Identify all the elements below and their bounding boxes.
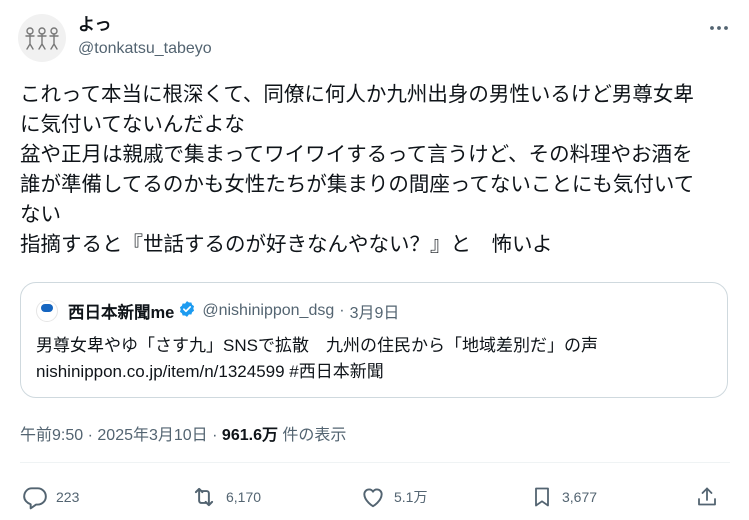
quote-date: 3月9日: [349, 305, 400, 322]
quote-link-line[interactable]: nishinippon.co.jp/item/n/1324599 #西日本新聞: [36, 359, 598, 385]
tweet-body-line: ない: [20, 203, 61, 226]
tweet-header: よっ @tonkatsu_tabeyo: [18, 10, 735, 68]
quote-separator: ·: [339, 302, 345, 319]
quote-tweet-header: 西日本新聞me @nishinippon_dsg · 3月9日: [36, 299, 399, 323]
reply-icon: [23, 487, 47, 510]
meta-separator: ·: [87, 427, 93, 444]
quote-tweet-card[interactable]: 西日本新聞me @nishinippon_dsg · 3月9日 男尊女卑やゆ「さ…: [20, 282, 728, 398]
like-count: 5.1万: [394, 489, 428, 505]
quote-avatar: [36, 300, 58, 322]
heart-icon: [363, 488, 383, 508]
tweet-body-line: 指摘すると『世話するのが好きなんやない？』と 怖いよ: [20, 233, 553, 256]
bookmark-button[interactable]: 3,677: [530, 482, 597, 512]
share-icon: [698, 487, 716, 506]
divider: [20, 462, 730, 463]
retweet-count: 6,170: [226, 489, 262, 505]
tweet-body-line: 誰が準備してるのかも女性たちが集まりの間座ってないことにも気付いて: [20, 173, 695, 196]
tweet-body-line: これって本当に根深くて、同僚に何人か九州出身の男性いるけど男尊女卑: [20, 83, 694, 106]
more-horizontal-icon[interactable]: [707, 16, 731, 40]
tweet-date[interactable]: 2025年3月10日: [97, 427, 207, 444]
meta-separator: ·: [212, 427, 218, 444]
display-name[interactable]: よっ: [78, 14, 212, 36]
tweet-meta: 午前9:50 · 2025年3月10日 · 961.6万 件の表示: [20, 421, 346, 445]
quote-text-line: 男尊女卑やゆ「さす九」SNSで拡散 九州の住民から「地域差別だ」の声: [36, 336, 598, 355]
tweet: よっ @tonkatsu_tabeyo これって本当に根深くて、同僚に何人か九州…: [0, 0, 749, 520]
retweet-icon: [194, 487, 214, 507]
avatar[interactable]: [18, 14, 66, 62]
tweet-time[interactable]: 午前9:50: [20, 427, 83, 444]
action-bar: 223 6,170 5.1万 3,677: [22, 482, 722, 512]
bookmark-count: 3,677: [562, 489, 598, 505]
reply-button[interactable]: 223: [22, 482, 79, 512]
verified-badge-icon: [178, 300, 196, 323]
quote-author-name: 西日本新聞me: [68, 304, 175, 322]
quote-text: 男尊女卑やゆ「さす九」SNSで拡散 九州の住民から「地域差別だ」の声 nishi…: [36, 333, 598, 385]
tweet-body-line: 盆や正月は親戚で集まってワイワイするって言うけど、その料理やお酒を: [20, 143, 693, 166]
like-button[interactable]: 5.1万: [360, 482, 427, 512]
tweet-body-line: に気付いてないんだよな: [20, 113, 245, 136]
views-count: 961.6万: [221, 427, 278, 444]
tweet-body: これって本当に根深くて、同僚に何人か九州出身の男性いるけど男尊女卑 に気付いてな…: [20, 80, 735, 260]
author-handle[interactable]: @tonkatsu_tabeyo: [78, 38, 212, 60]
share-button[interactable]: [695, 482, 727, 512]
author-names: よっ @tonkatsu_tabeyo: [78, 14, 212, 60]
reply-count: 223: [56, 489, 80, 505]
views-label: 件の表示: [282, 427, 347, 444]
bookmark-icon: [535, 487, 549, 507]
quote-author-handle: @nishinippon_dsg: [202, 302, 335, 319]
retweet-button[interactable]: 6,170: [190, 482, 261, 512]
